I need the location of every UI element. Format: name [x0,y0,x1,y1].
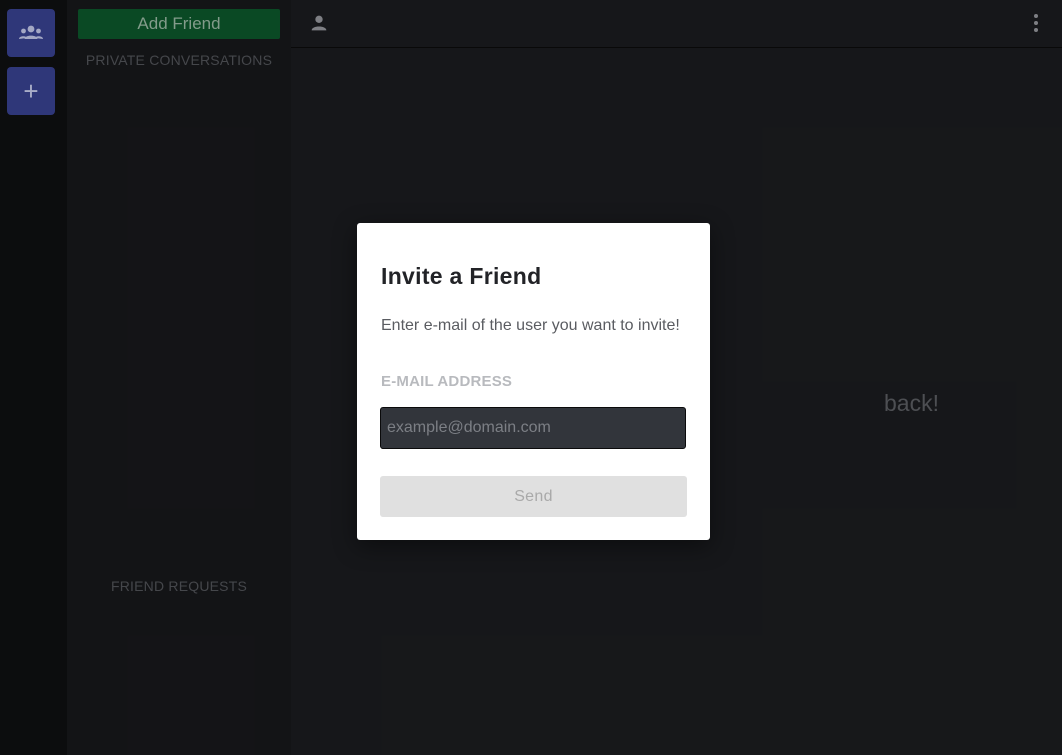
dialog-title: Invite a Friend [381,263,542,289]
invite-friend-dialog: Invite a Friend Enter e-mail of the user… [357,223,710,540]
email-field[interactable] [380,407,686,449]
app-window: + Add Friend PRIVATE CONVERSATIONS FRIEN… [0,0,1062,755]
email-field-label: E-MAIL ADDRESS [381,373,513,390]
dialog-description: Enter e-mail of the user you want to inv… [381,317,680,334]
send-button[interactable]: Send [380,476,687,517]
